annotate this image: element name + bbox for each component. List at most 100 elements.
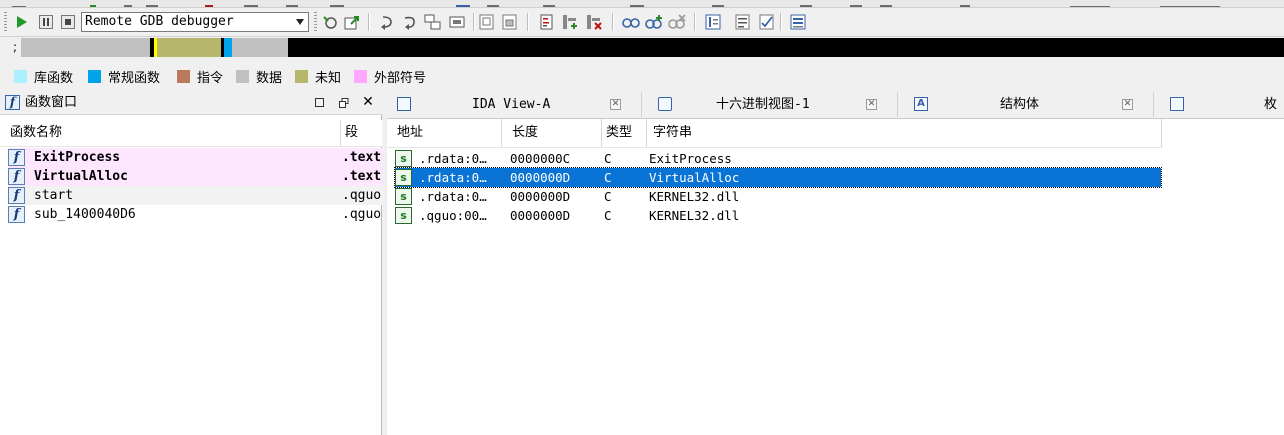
table-row[interactable]: f ExitProcess .text: [8, 148, 382, 167]
table-row[interactable]: f sub_1400040D6 .qguo: [8, 205, 382, 224]
column-header-address[interactable]: 地址: [387, 119, 502, 147]
table-row[interactable]: f VirtualAlloc .text: [8, 167, 382, 186]
string-type: C: [604, 189, 612, 204]
debugger-select-value: Remote GDB debugger: [85, 14, 234, 29]
close-icon[interactable]: ✕: [866, 99, 877, 110]
legend-swatch: [295, 69, 308, 83]
functions-table-header: 函数名称 段: [0, 120, 382, 147]
string-length: 0000000D: [510, 208, 571, 223]
upper-toolbar-strip: [0, 0, 1284, 8]
detach-process-icon[interactable]: [342, 12, 362, 32]
step-into-icon[interactable]: [377, 12, 397, 32]
run-to-cursor-icon[interactable]: [423, 12, 443, 32]
step-out-icon[interactable]: [447, 12, 467, 32]
column-header-length[interactable]: 长度: [502, 119, 602, 147]
stop-icon[interactable]: [58, 12, 78, 32]
table-row[interactable]: f start .qguo: [8, 186, 382, 205]
function-name: start: [34, 188, 74, 203]
trace-icon[interactable]: [621, 12, 641, 32]
string-address: .rdata:0…: [419, 151, 487, 166]
legend-swatch: [14, 69, 27, 83]
column-header-string[interactable]: 字符串: [647, 119, 1162, 147]
close-icon[interactable]: ✕: [1122, 99, 1133, 110]
function-segment: .text: [342, 150, 382, 165]
strings-view: 地址 长度 类型 字符串 s .rdata:0… 0000000C C Exit…: [387, 119, 1284, 435]
nav-segment-marker: [150, 38, 153, 57]
debugger-toolbar: Remote GDB debugger: [0, 8, 1284, 37]
string-icon: s: [395, 207, 412, 224]
threads-icon[interactable]: [733, 12, 753, 32]
table-row-selected[interactable]: s .rdata:0… 0000000D C VirtualAlloc: [394, 167, 1162, 188]
breakpoint-list-icon[interactable]: [477, 12, 497, 32]
function-segment: .qguo: [342, 188, 382, 203]
tab-label: 结构体: [1000, 97, 1040, 112]
table-row[interactable]: s .qguo:00… 0000000D C KERNEL32.dll: [395, 206, 1161, 225]
legend-swatch: [88, 69, 101, 83]
run-icon[interactable]: [12, 12, 32, 32]
disassembly-icon: [397, 97, 411, 111]
string-icon: s: [395, 150, 412, 167]
breakpoint-icon[interactable]: [537, 12, 557, 32]
close-icon[interactable]: ✕: [610, 99, 621, 110]
add-breakpoint-icon[interactable]: [560, 12, 580, 32]
legend-label: 库函数: [34, 70, 74, 86]
table-row[interactable]: s .rdata:0… 0000000C C ExitProcess: [395, 149, 1161, 168]
attach-process-icon[interactable]: [320, 12, 340, 32]
nav-segment-function: [224, 38, 232, 57]
tab-structures[interactable]: A 结构体 ✕: [897, 92, 1154, 117]
legend-item-data: 数据: [236, 68, 283, 86]
debugger-select[interactable]: Remote GDB debugger: [81, 12, 309, 32]
string-value: KERNEL32.dll: [649, 208, 740, 223]
string-type: C: [604, 208, 612, 223]
add-trace-icon[interactable]: [644, 12, 664, 32]
structure-icon: A: [914, 97, 928, 111]
column-header-segment[interactable]: 段: [341, 120, 382, 146]
table-row[interactable]: s .rdata:0… 0000000D C KERNEL32.dll: [395, 187, 1161, 206]
string-value: KERNEL32.dll: [649, 189, 740, 204]
tab-label: IDA View-A: [472, 97, 551, 112]
nav-segment-unknown: [157, 38, 221, 57]
string-type: C: [604, 170, 612, 185]
tab-hex-view-1[interactable]: 十六进制视图-1 ✕: [641, 92, 898, 117]
pause-icon[interactable]: [36, 12, 56, 32]
legend-label: 数据: [256, 70, 283, 86]
tab-label: 枚举: [1264, 97, 1278, 112]
function-icon: f: [5, 95, 20, 110]
legend-label: 指令: [197, 70, 224, 86]
chevron-down-icon[interactable]: [296, 19, 304, 25]
column-header-type[interactable]: 类型: [602, 119, 647, 147]
legend-item-instruction: 指令: [177, 68, 224, 86]
nav-segment-data: [21, 38, 150, 57]
float-window-icon[interactable]: [339, 97, 349, 108]
legend-label: 常规函数: [108, 70, 161, 86]
string-length: 0000000D: [510, 170, 571, 185]
toolbar-grip-2[interactable]: [314, 12, 317, 32]
string-value: VirtualAlloc: [649, 170, 740, 185]
tab-ida-view-a[interactable]: IDA View-A ✕: [387, 92, 639, 117]
navigation-band-bar[interactable]: [21, 38, 1284, 57]
maximize-icon[interactable]: [315, 98, 324, 107]
step-over-icon[interactable]: [400, 12, 420, 32]
clear-trace-icon[interactable]: [667, 12, 687, 32]
string-address: .qguo:00…: [419, 208, 487, 223]
watch-list-icon[interactable]: [757, 12, 777, 32]
string-length: 0000000C: [510, 151, 571, 166]
navigation-band: ;: [0, 37, 1284, 58]
function-name: ExitProcess: [34, 150, 121, 165]
legend-label: 外部符号: [374, 70, 427, 86]
legend-swatch: [177, 69, 190, 83]
function-icon: f: [8, 149, 25, 166]
functions-window-titlebar: f 函数窗口 ✕: [0, 92, 382, 115]
registers-icon[interactable]: [788, 12, 808, 32]
column-header-function-name[interactable]: 函数名称: [0, 120, 341, 146]
close-icon[interactable]: ✕: [362, 95, 374, 109]
toolbar-grip[interactable]: [4, 12, 7, 32]
modules-icon[interactable]: [500, 12, 520, 32]
delete-breakpoint-icon[interactable]: [584, 12, 604, 32]
navigation-legend: 库函数 常规函数 指令 数据 未知 外部符号: [0, 64, 1284, 86]
stack-trace-icon[interactable]: [703, 12, 723, 32]
toolbar-separator: [694, 13, 696, 31]
legend-swatch: [354, 69, 367, 83]
string-icon: s: [395, 188, 412, 205]
tab-enums[interactable]: 枚举: [1153, 92, 1284, 117]
